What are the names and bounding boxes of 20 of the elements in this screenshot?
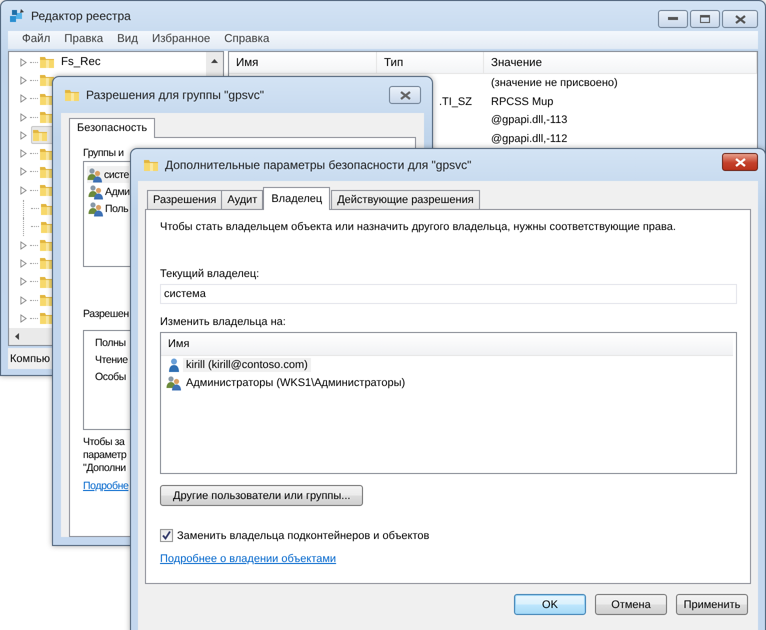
table-cell-text: @gpapi.dll,-113 (490, 114, 568, 126)
table-cell-text: RPCSS Mup (490, 96, 554, 108)
tree-item-label: Fs_Rec (61, 56, 101, 68)
dialog-title: Разрешения для группы "gpsvc" (86, 88, 264, 102)
permission-label: Полны (95, 337, 126, 349)
label: Изменить владельца на: (160, 316, 286, 328)
table-cell: .TI_SZ (438, 96, 472, 108)
table-cell-text: (значение не присвоено) (490, 77, 619, 90)
status-text: Компью (10, 352, 50, 364)
description-text: Чтобы стать владельцем объекта или назначить другого владельца, нужны соответствующие права. (160, 221, 676, 233)
label: Текущий владелец: (160, 268, 260, 280)
label: Разрешен (83, 307, 129, 321)
table-cell-text: @gpapi.dll,-112 (490, 132, 568, 145)
note-text: Чтобы за параметр "Дополни (83, 436, 126, 475)
checkbox-label: Заменить владельца подконтейнеров и объектов (177, 530, 430, 542)
label: Группы и (83, 146, 124, 160)
window-title: Редактор реестра (31, 9, 131, 23)
permission-label: Особы (95, 371, 126, 383)
permission-label: Чтение (95, 354, 128, 366)
dialog-title: Дополнительные параметры безопасности для "gpsvc" (165, 158, 472, 172)
